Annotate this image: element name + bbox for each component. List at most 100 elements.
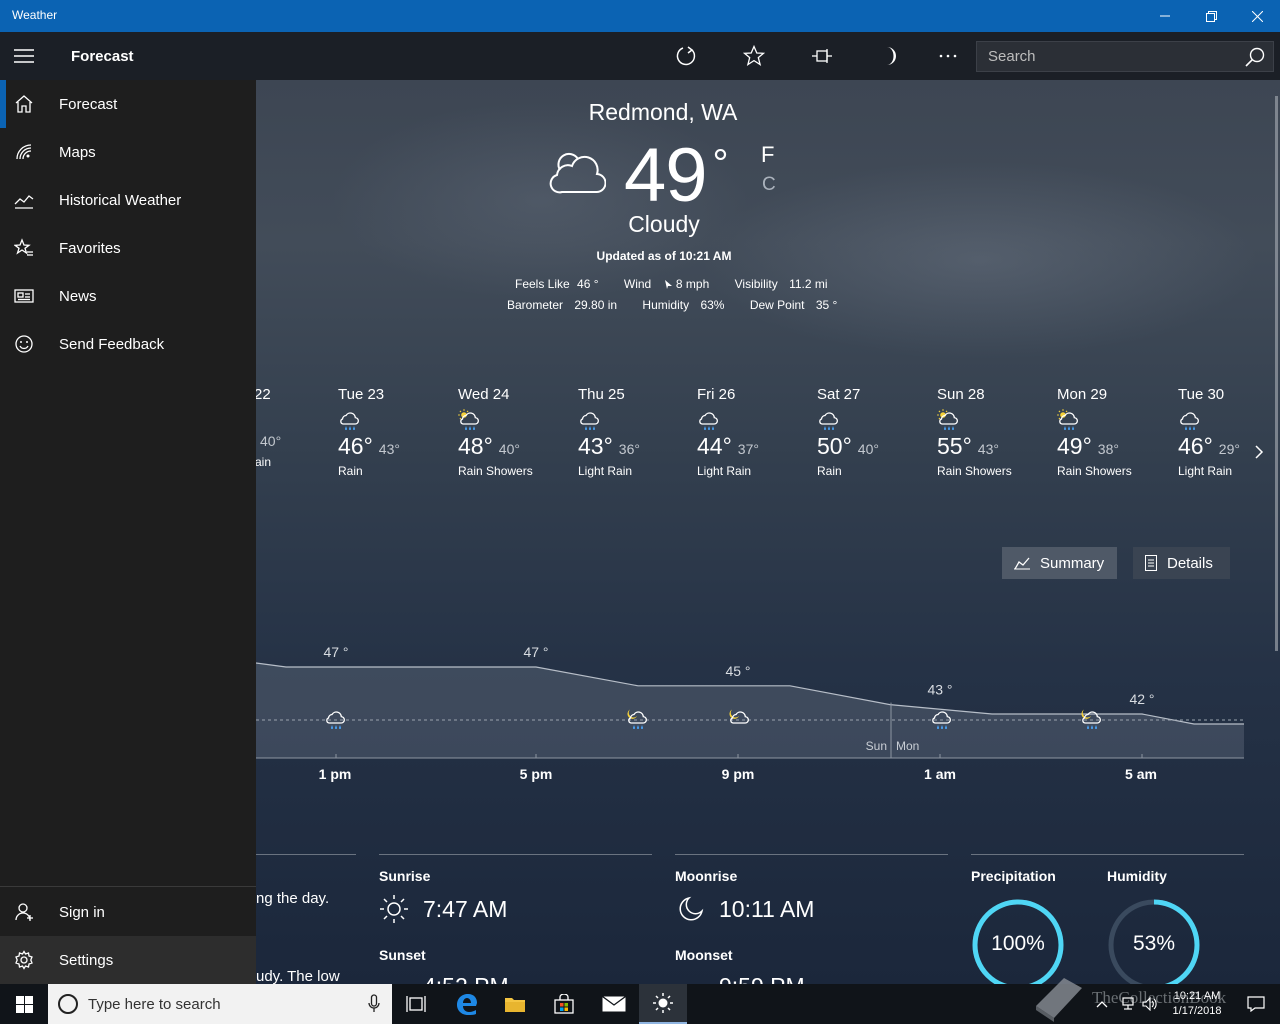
day-low: 43° — [977, 441, 999, 457]
day-low: 38° — [1097, 441, 1119, 457]
day-condition: Rain Showers — [937, 464, 1012, 478]
day-low: 40° — [260, 433, 282, 449]
microphone-icon[interactable] — [368, 994, 380, 1014]
precipitation-value: 100% — [991, 932, 1045, 955]
day-name: 22 — [254, 386, 271, 403]
taskbar-clock[interactable]: 10:21 AM 1/17/2018 — [1164, 989, 1230, 1019]
dark-mode-button[interactable] — [866, 32, 914, 80]
sunrise-icon — [380, 895, 408, 923]
weather-sun-icon — [653, 993, 673, 1013]
day-forecast[interactable]: 22 40° ain — [254, 386, 306, 469]
day-name: Mon 29 — [1057, 386, 1108, 403]
hour-temp-label: 42 ° — [1129, 691, 1154, 707]
chart-icon — [14, 195, 34, 209]
nav-item-label: Favorites — [59, 240, 121, 257]
next-days-chevron-icon[interactable] — [1254, 444, 1264, 460]
humidity-label: Humidity — [642, 298, 690, 312]
minimize-icon — [1160, 15, 1170, 17]
restore-button[interactable] — [1188, 0, 1234, 32]
refresh-button[interactable] — [662, 32, 710, 80]
details-button[interactable]: Details — [1133, 547, 1230, 579]
more-icon — [939, 54, 957, 58]
current-temperature: 49 ° — [624, 133, 729, 218]
day-divider-before: Sun — [866, 739, 887, 753]
nav-item-label: News — [59, 288, 97, 305]
store-bag-icon — [554, 994, 574, 1014]
taskbar-search[interactable]: Type here to search — [48, 984, 392, 1024]
sun-rain-icon — [458, 409, 479, 430]
action-center-button[interactable] — [1232, 984, 1280, 1024]
details-row-2: Barometer 29.80 in Humidity 63% Dew Poin… — [507, 298, 841, 312]
daily-summary-line-1: ng the day. — [256, 890, 330, 907]
humidity-value: 63% — [700, 298, 725, 312]
weather-app-button[interactable] — [639, 984, 687, 1024]
nav-item-favorites[interactable]: Favorites — [0, 224, 256, 272]
day-forecast[interactable]: Sat 27 50° 40° Rain — [817, 386, 927, 478]
sunset-time: 4:52 PM — [423, 973, 509, 984]
document-icon — [1145, 555, 1157, 571]
feels-like-value: 46 ° — [577, 277, 599, 291]
sun-rain-icon — [1057, 409, 1078, 430]
hour-temp-label: 47 ° — [323, 644, 348, 660]
hamburger-button[interactable] — [0, 32, 48, 80]
mail-button[interactable] — [590, 984, 638, 1024]
chevron-up-icon[interactable] — [1096, 1000, 1108, 1008]
day-forecast[interactable]: Tue 30 46° 29° Light Rain — [1178, 386, 1280, 478]
search-button[interactable] — [1239, 42, 1271, 71]
windows-logo-icon — [15, 995, 33, 1013]
day-forecast[interactable]: Mon 29 49° 38° Rain Showers — [1057, 386, 1167, 478]
book-watermark-icon — [1036, 978, 1082, 1022]
minimize-button[interactable] — [1142, 0, 1188, 32]
nav-item-forecast[interactable]: Forecast — [0, 80, 256, 128]
news-icon — [14, 289, 34, 303]
day-forecast[interactable]: Tue 23 46° 43° Rain — [338, 386, 448, 478]
network-icon[interactable] — [1120, 997, 1136, 1011]
star-icon — [743, 45, 765, 66]
search-input[interactable] — [977, 42, 1237, 71]
day-forecast[interactable]: Thu 25 43° 36° Light Rain — [578, 386, 688, 478]
moonrise-time: 10:11 AM — [719, 896, 815, 922]
volume-icon[interactable] — [1142, 997, 1158, 1011]
day-low: 43° — [378, 441, 400, 457]
day-low: 40° — [498, 441, 520, 457]
day-low: 40° — [857, 441, 879, 457]
moonrise-label: Moonrise — [675, 868, 738, 884]
summary-button[interactable]: Summary — [1002, 547, 1117, 579]
day-forecast[interactable]: Wed 24 48° 40° Rain Showers — [458, 386, 568, 478]
day-divider-after: Mon — [896, 739, 919, 753]
pin-button[interactable] — [798, 32, 846, 80]
more-button[interactable] — [924, 32, 972, 80]
page-title: Forecast — [71, 48, 134, 65]
task-view-button[interactable] — [392, 984, 440, 1024]
nav-item-historical-weather[interactable]: Historical Weather — [0, 176, 256, 224]
nav-item-news[interactable]: News — [0, 272, 256, 320]
feels-like-label: Feels Like — [515, 277, 570, 291]
rain-icon — [340, 412, 359, 430]
close-button[interactable] — [1234, 0, 1280, 32]
scrollbar[interactable] — [1275, 96, 1278, 651]
day-forecast[interactable]: Sun 28 55° 43° Rain Showers — [937, 386, 1047, 478]
day-low: 36° — [618, 441, 640, 457]
favorite-button[interactable] — [730, 32, 778, 80]
store-button[interactable] — [540, 984, 588, 1024]
nav-item-settings[interactable]: Settings — [0, 936, 256, 984]
nav-item-maps[interactable]: Maps — [0, 128, 256, 176]
file-explorer-button[interactable] — [491, 984, 539, 1024]
taskbar-search-text: Type here to search — [88, 996, 221, 1013]
nav-item-send-feedback[interactable]: Send Feedback — [0, 320, 256, 368]
edge-button[interactable] — [443, 984, 491, 1024]
hamburger-icon — [14, 49, 34, 63]
unit-fahrenheit[interactable]: F — [761, 142, 774, 168]
details-label: Details — [1167, 554, 1213, 572]
day-condition: Rain Showers — [458, 464, 533, 478]
unit-celsius[interactable]: C — [762, 174, 776, 196]
day-forecast[interactable]: Fri 26 44° 37° Light Rain — [697, 386, 807, 478]
rain-icon — [580, 412, 599, 430]
start-button[interactable] — [0, 984, 48, 1024]
hour-label: 1 am — [924, 766, 956, 782]
day-condition: Rain — [817, 464, 842, 478]
gear-icon — [15, 950, 33, 970]
nav-item-sign-in[interactable]: Sign in — [0, 888, 256, 936]
command-bar: Forecast — [0, 32, 1280, 80]
sunrise-time: 7:47 AM — [423, 896, 508, 922]
